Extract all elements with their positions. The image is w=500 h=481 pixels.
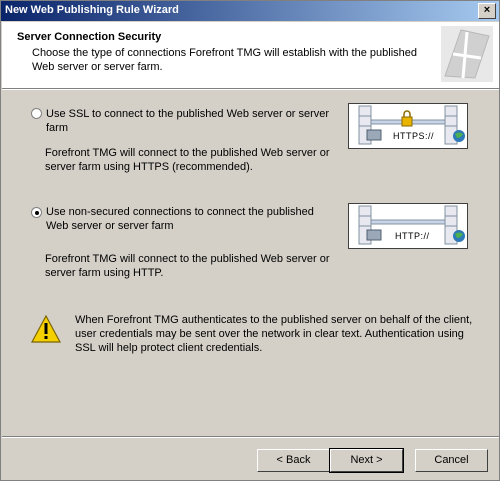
https-protocol-label: HTTPS:// bbox=[393, 131, 435, 141]
title-bar[interactable]: New Web Publishing Rule Wizard × bbox=[1, 1, 499, 21]
back-button[interactable]: < Back bbox=[257, 449, 330, 472]
page-title: Server Connection Security bbox=[17, 31, 162, 43]
cancel-button[interactable]: Cancel bbox=[415, 449, 488, 472]
warning-icon bbox=[31, 315, 61, 343]
https-diagram: HTTPS:// bbox=[348, 103, 468, 149]
window-title: New Web Publishing Rule Wizard bbox=[5, 4, 179, 16]
https-diagram-graphic bbox=[358, 105, 465, 145]
non-secured-option-label[interactable]: Use non-secured connections to connect t… bbox=[46, 205, 336, 233]
non-secured-option-description: Forefront TMG will connect to the publis… bbox=[45, 253, 330, 279]
footer-divider-highlight bbox=[2, 437, 499, 438]
http-diagram: HTTP:// bbox=[348, 203, 468, 249]
next-button[interactable]: Next > bbox=[329, 448, 404, 473]
http-protocol-label: HTTP:// bbox=[395, 231, 430, 241]
http-diagram-graphic bbox=[358, 205, 465, 245]
wizard-header: Server Connection Security Choose the ty… bbox=[2, 22, 499, 89]
page-description: Choose the type of connections Forefront… bbox=[32, 47, 417, 73]
ssl-option-description: Forefront TMG will connect to the publis… bbox=[45, 147, 330, 173]
wizard-logo-icon bbox=[441, 26, 493, 82]
close-icon: × bbox=[483, 4, 491, 16]
ssl-radio[interactable] bbox=[31, 108, 42, 119]
close-button[interactable]: × bbox=[478, 3, 496, 19]
wizard-window: New Web Publishing Rule Wizard × Server … bbox=[0, 0, 500, 481]
warning-text: When Forefront TMG authenticates to the … bbox=[75, 314, 473, 354]
ssl-option-label[interactable]: Use SSL to connect to the published Web … bbox=[46, 107, 336, 135]
header-divider bbox=[2, 89, 499, 90]
non-secured-radio[interactable] bbox=[31, 207, 42, 218]
